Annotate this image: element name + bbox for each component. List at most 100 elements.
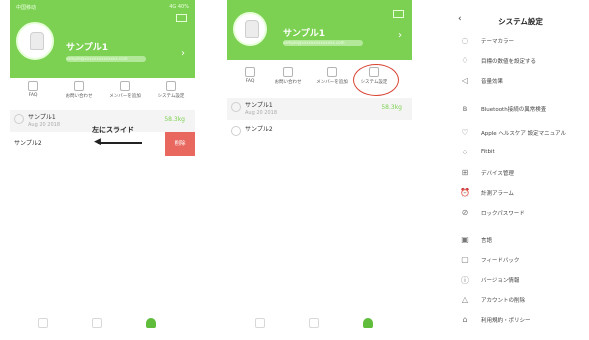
add-member-icon [327,67,337,77]
member-date: Aug 20 2018 [245,110,278,116]
member-date: Aug 20 2018 [28,122,61,128]
swipe-instruction: 左にスライド [92,126,134,134]
menu-bar: FAQ お問い合わせ メンバーを追加 システム設定 [10,78,195,106]
settings-item-apple-health[interactable]: ♡ Apple ヘルスケア 設定マニュアル [452,125,589,141]
settings-item-alarm[interactable]: ⏰ 計測アラーム [452,185,589,201]
swipe-arrow-line [98,142,142,144]
highlight-circle [353,64,399,96]
menu-add-member[interactable]: メンバーを追加 [309,67,355,85]
status-battery: 4G 40% [169,4,189,10]
member-avatar-icon [231,126,241,136]
menu-contact[interactable]: お問い合わせ [56,81,102,99]
menu-faq[interactable]: FAQ [10,81,56,98]
settings-item-label: デバイス管理 [481,171,514,177]
member-name: サンプル2 [14,140,42,147]
settings-item-label: アカウントの削除 [481,298,526,304]
chevron-right-icon[interactable]: › [181,48,185,59]
member-avatar-icon [14,114,24,124]
settings-item-label: テーマカラー [481,39,515,45]
chart-tab-icon[interactable] [309,318,319,328]
user-tab-icon[interactable] [146,318,156,328]
user-name: サンプル1 [283,29,325,39]
settings-icon [166,81,176,91]
menu-contact[interactable]: お問い合わせ [265,67,311,85]
device-icon: ⊞ [461,168,469,177]
menu-add-member[interactable]: メンバーを追加 [102,81,148,99]
settings-item-device[interactable]: ⊞ デバイス管理 [452,165,589,181]
settings-item-delete-account[interactable]: △ アカウントの削除 [452,292,589,308]
user-name: サンプル1 [66,43,108,53]
menu-label: FAQ [28,93,38,98]
language-icon: ▣ [461,235,469,244]
settings-item-lock[interactable]: ⊘ ロックパスワード [452,205,589,221]
settings-item-label: バージョン情報 [481,278,520,284]
phone-screen-2: サンプル1 sample@xxxxxxxxxxxxxx.com › FAQ お問… [227,0,412,340]
settings-item-version[interactable]: ⓘ バージョン情報 [452,272,589,288]
home-tab-icon[interactable] [38,318,48,328]
avatar[interactable] [16,22,54,60]
policy-icon: ⌂ [462,315,468,324]
settings-item-label: ロックパスワード [481,211,525,217]
settings-item-label: 言語 [481,238,493,244]
settings-item-goal[interactable]: ♢ 目標の数値を設定する [452,53,589,69]
add-member-icon [120,81,130,91]
arrow-left-icon: ◀ [94,137,101,147]
profile-header: 中国移动 4G 40% サンプル1 sample@xxxxxxxxxxxxxx.… [10,0,195,78]
info-icon: ⓘ [461,276,469,285]
settings-item-fitbit[interactable]: ⁘ Fitbit [452,145,589,161]
fitbit-icon: ⁘ [461,148,469,157]
settings-item-feedback[interactable]: ▢ フィードバック [452,252,589,268]
settings-item-label: 利用規約・ポリシー [481,318,531,324]
settings-item-sound[interactable]: ◁ 音量効果 [452,73,589,89]
home-tab-icon[interactable] [255,318,265,328]
avatar-icon [245,20,259,38]
settings-item-terms[interactable]: ⌂ 利用規約・ポリシー [452,312,589,328]
menu-label: メンバーを追加 [109,94,141,99]
user-email: sample@xxxxxxxxxxxxxx.com [283,40,363,46]
contact-icon [283,67,293,77]
member-row[interactable]: サンプル1 Aug 20 2018 58.3kg [227,98,412,120]
chevron-right-icon[interactable]: › [398,30,402,41]
member-weight: 58.3kg [164,116,185,123]
mail-icon[interactable] [176,14,187,22]
avatar[interactable] [233,12,267,46]
menu-system-settings[interactable]: システム設定 [148,81,194,99]
warning-icon: △ [461,295,469,304]
contact-icon [74,81,84,91]
member-row[interactable]: サンプル2 [227,122,412,144]
bluetooth-icon: ʙ [462,104,468,113]
page-title: システム設定 [498,17,543,26]
member-row-swiped[interactable]: サンプル2 ◀ 削除 [10,132,195,156]
member-name: サンプル1 [28,114,56,121]
lock-icon: ⊘ [461,208,469,217]
alarm-icon: ⏰ [460,188,470,197]
delete-button[interactable]: 削除 [165,132,195,156]
settings-item-label: Bluetooth接続の異常検査 [481,107,547,113]
settings-item-label: 音量効果 [481,79,504,85]
chart-tab-icon[interactable] [92,318,102,328]
settings-item-language[interactable]: ▣ 言語 [452,232,589,248]
user-tab-icon[interactable] [363,318,373,328]
faq-icon [245,67,255,77]
tab-bar [10,316,195,334]
settings-item-theme[interactable]: ◌ テーマカラー [452,33,589,49]
member-weight: 58.3kg [381,104,402,111]
menu-label: システム設定 [157,94,185,99]
member-avatar-icon [231,102,241,112]
user-email: sample@xxxxxxxxxxxxxx.com [66,56,146,62]
target-icon: ♢ [461,56,469,65]
feedback-icon: ▢ [461,255,469,264]
member-name: サンプル2 [245,126,273,133]
settings-item-bluetooth[interactable]: ʙ Bluetooth接続の異常検査 [452,101,589,117]
faq-icon [28,81,38,91]
status-carrier: 中国移动 [16,5,37,11]
profile-header: サンプル1 sample@xxxxxxxxxxxxxx.com › [227,0,412,60]
menu-label: お問い合わせ [274,80,302,85]
tab-bar [227,316,412,334]
settings-item-label: Apple ヘルスケア 設定マニュアル [481,131,566,137]
mail-icon[interactable] [393,10,404,18]
heart-icon: ♡ [461,128,469,137]
menu-label: お問い合わせ [65,94,93,99]
volume-icon: ◁ [461,76,469,85]
phone-screen-1: 中国移动 4G 40% サンプル1 sample@xxxxxxxxxxxxxx.… [10,0,195,340]
